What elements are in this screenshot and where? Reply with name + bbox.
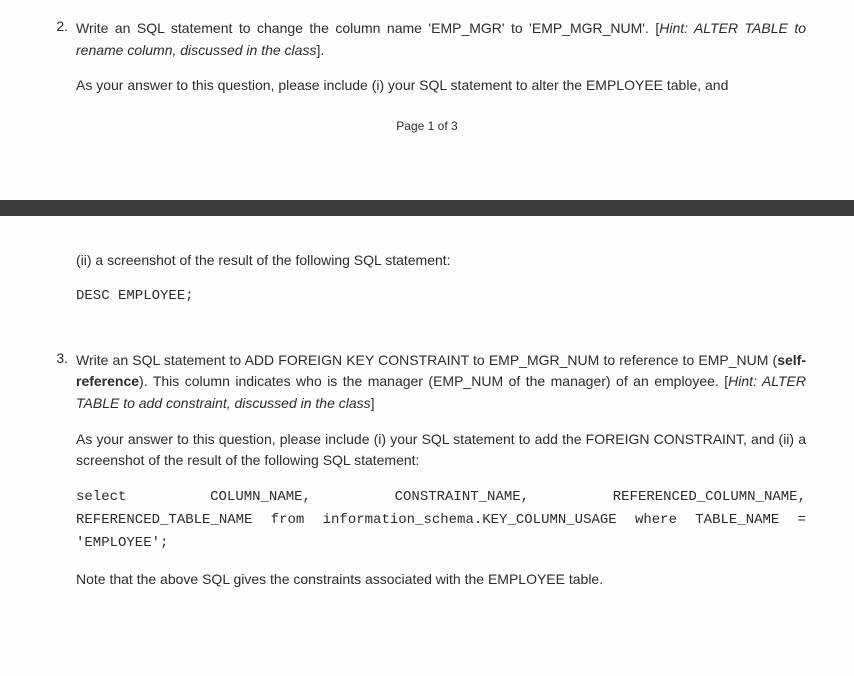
q2-answer-instruction: As your answer to this question, please …: [76, 75, 806, 97]
q2-text-before: Write an SQL statement to change the col…: [76, 20, 659, 36]
question-3-number: 3.: [48, 350, 76, 605]
page-indicator: Page 1 of 3: [48, 119, 806, 133]
sql-col3: REFERENCED_COLUMN_NAME,: [613, 486, 806, 509]
page-2-top: (ii) a screenshot of the result of the f…: [0, 216, 854, 676]
q3-sql-line2: REFERENCED_TABLE_NAME from information_s…: [76, 512, 806, 551]
question-2: 2. Write an SQL statement to change the …: [48, 18, 806, 99]
q3-sql: select COLUMN_NAME, CONSTRAINT_NAME, REF…: [76, 486, 806, 555]
question-3-body: Write an SQL statement to ADD FOREIGN KE…: [76, 350, 806, 605]
question-2-body: Write an SQL statement to change the col…: [76, 18, 806, 99]
q2-continuation: (ii) a screenshot of the result of the f…: [76, 250, 806, 304]
q3-sql-line1: select COLUMN_NAME, CONSTRAINT_NAME, REF…: [76, 486, 806, 509]
page-gap: [0, 200, 854, 216]
q2-part-ii: (ii) a screenshot of the result of the f…: [76, 250, 806, 272]
q3-text-a: Write an SQL statement to ADD FOREIGN KE…: [76, 352, 777, 368]
sql-col2: CONSTRAINT_NAME,: [395, 486, 529, 509]
q3-answer-instruction: As your answer to this question, please …: [76, 429, 806, 472]
question-2-number: 2.: [48, 18, 76, 99]
q3-main-text: Write an SQL statement to ADD FOREIGN KE…: [76, 350, 806, 415]
q3-text-c: ]: [371, 395, 375, 411]
question-3: 3. Write an SQL statement to ADD FOREIGN…: [48, 350, 806, 605]
sql-col1: COLUMN_NAME,: [210, 486, 311, 509]
q3-text-b: ). This column indicates who is the mana…: [139, 373, 728, 389]
q2-code: DESC EMPLOYEE;: [76, 288, 806, 304]
q3-note: Note that the above SQL gives the constr…: [76, 569, 806, 591]
question-2-text: Write an SQL statement to change the col…: [76, 18, 806, 61]
sql-select: select: [76, 486, 126, 509]
page-1-bottom: 2. Write an SQL statement to change the …: [0, 0, 854, 200]
q2-text-after: ].: [316, 42, 324, 58]
